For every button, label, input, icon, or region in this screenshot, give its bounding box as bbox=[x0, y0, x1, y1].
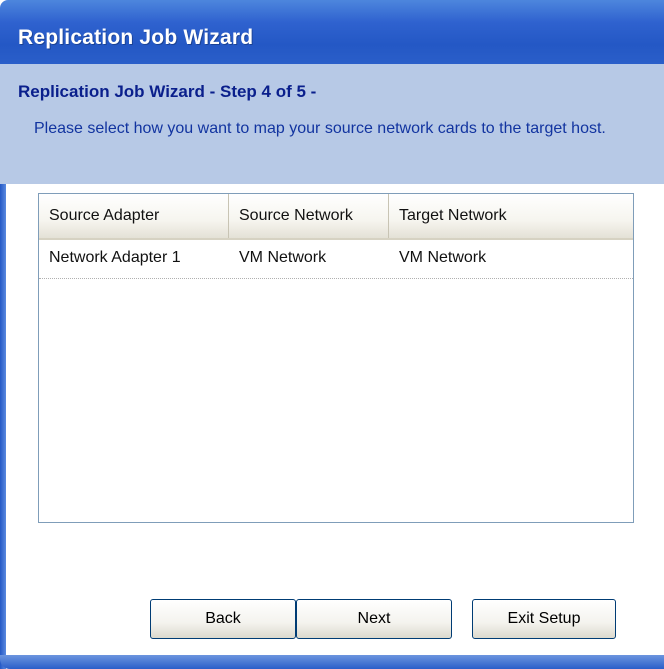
window-bottom-border bbox=[0, 655, 664, 669]
step-title: Replication Job Wizard - Step 4 of 5 - bbox=[18, 82, 317, 101]
column-header-source-adapter[interactable]: Source Adapter bbox=[39, 194, 229, 238]
next-button[interactable]: Next bbox=[296, 599, 452, 639]
window-title: Replication Job Wizard bbox=[18, 26, 254, 49]
column-header-source-network[interactable]: Source Network bbox=[229, 194, 389, 238]
window-left-border bbox=[0, 184, 6, 669]
exit-setup-button[interactable]: Exit Setup bbox=[472, 599, 616, 639]
table-header: Source Adapter Source Network Target Net… bbox=[39, 194, 633, 240]
cell-target-network[interactable]: VM Network bbox=[389, 240, 633, 276]
column-header-target-network[interactable]: Target Network bbox=[389, 194, 633, 238]
step-description: Please select how you want to map your s… bbox=[34, 120, 606, 137]
table-row[interactable]: Network Adapter 1 VM Network VM Network bbox=[39, 240, 633, 279]
wizard-window: Replication Job Wizard Replication Job W… bbox=[0, 0, 664, 669]
cell-source-adapter: Network Adapter 1 bbox=[49, 249, 181, 266]
back-button[interactable]: Back bbox=[150, 599, 296, 639]
cell-source-network: VM Network bbox=[239, 249, 327, 266]
title-bar[interactable]: Replication Job Wizard bbox=[0, 0, 664, 64]
network-mapping-table[interactable]: Source Adapter Source Network Target Net… bbox=[38, 193, 634, 523]
